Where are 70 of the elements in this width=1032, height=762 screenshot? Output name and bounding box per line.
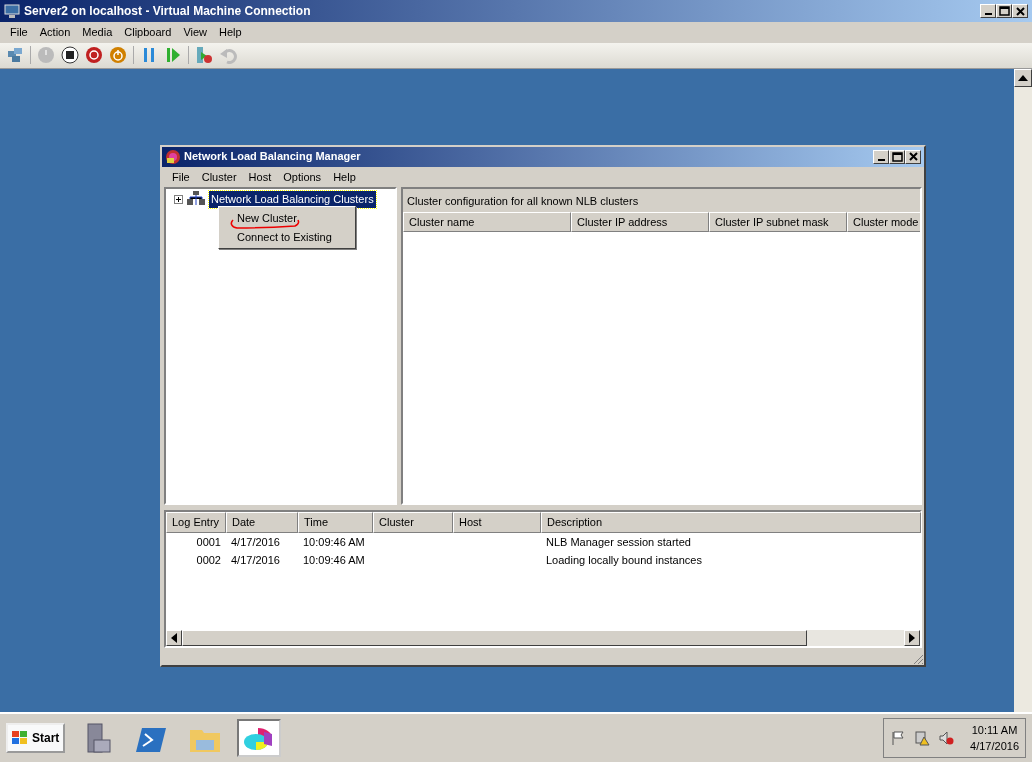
- computer-icon: [4, 3, 20, 19]
- resize-grip-icon[interactable]: [912, 652, 924, 665]
- close-icon: [908, 152, 918, 161]
- play-icon[interactable]: [164, 46, 182, 64]
- column-header[interactable]: Cluster name: [403, 211, 572, 232]
- start-button[interactable]: Start: [6, 723, 66, 753]
- power-icon[interactable]: [85, 46, 103, 64]
- tree-item[interactable]: Network Load Balancing Clusters: [209, 191, 376, 208]
- close-button[interactable]: [905, 149, 921, 164]
- menu-item[interactable]: Host: [242, 167, 278, 186]
- column-header[interactable]: Cluster IP address: [571, 211, 710, 232]
- column-header[interactable]: Cluster IP subnet mask: [709, 211, 848, 232]
- close-button[interactable]: [1012, 4, 1028, 18]
- app-icon: [165, 148, 181, 165]
- menu-item[interactable]: Help: [327, 167, 362, 186]
- maximize-icon: [891, 151, 903, 162]
- table-cell-text: 0002: [195, 553, 222, 568]
- stop-icon[interactable]: [61, 46, 79, 64]
- power-icon[interactable]: [109, 46, 127, 64]
- speaker-muted-icon[interactable]: [938, 730, 955, 746]
- column-header[interactable]: Time: [298, 512, 373, 533]
- table-cell-text: Loading locally bound instances: [545, 553, 703, 568]
- table-cell-text: 4/17/2016: [230, 553, 281, 568]
- menu-item[interactable]: Action: [33, 23, 77, 42]
- menu-item[interactable]: Connect to Existing: [221, 227, 353, 246]
- minimize-icon: [984, 13, 992, 15]
- network-warning-icon[interactable]: [914, 730, 931, 746]
- minimize-icon: [877, 158, 885, 161]
- table-cell-text: 10:09:46 AM: [302, 553, 366, 568]
- cluster-icon: [187, 191, 205, 208]
- column-header[interactable]: Host: [453, 512, 541, 533]
- menu-item[interactable]: New Cluster: [221, 209, 313, 228]
- column-header[interactable]: Log Entry: [166, 512, 226, 533]
- left-arrow-icon: [171, 633, 177, 643]
- menu-item[interactable]: Media: [76, 23, 119, 42]
- clock-time[interactable]: 10:11 AM: [970, 721, 1019, 738]
- table-cell-text: 4/17/2016: [230, 534, 281, 550]
- column-header[interactable]: Cluster: [373, 512, 453, 533]
- minimize-button[interactable]: [980, 4, 996, 18]
- menu-item[interactable]: Clipboard: [118, 23, 178, 42]
- panel-heading: Cluster configuration for all known NLB clusters: [403, 189, 920, 212]
- column-header[interactable]: Description: [541, 512, 921, 533]
- close-icon: [1015, 6, 1025, 16]
- menu-item[interactable]: Help: [213, 23, 248, 42]
- up-arrow-icon: [1018, 74, 1028, 81]
- maximize-button[interactable]: [889, 149, 905, 164]
- scrollbar[interactable]: [1014, 68, 1032, 712]
- table-cell-text: 10:09:46 AM: [302, 534, 366, 550]
- right-arrow-icon: [909, 633, 915, 643]
- column-header[interactable]: Date: [226, 512, 298, 533]
- table-cell-text: NLB Manager session started: [545, 534, 692, 550]
- clock-date[interactable]: 4/17/2016: [970, 738, 1019, 755]
- expand-icon[interactable]: [174, 194, 183, 204]
- scrollbar[interactable]: [166, 630, 920, 646]
- snapshot-icon[interactable]: [195, 46, 213, 64]
- window-title: Server2 on localhost - Virtual Machine Connection: [24, 3, 311, 20]
- windows-logo-icon: [12, 731, 28, 745]
- table-cell-text: 0001: [195, 534, 222, 550]
- column-header[interactable]: Cluster mode: [847, 211, 920, 232]
- window-title: Network Load Balancing Manager: [184, 149, 361, 165]
- flag-icon[interactable]: [890, 730, 907, 746]
- maximize-button[interactable]: [996, 4, 1012, 18]
- menu-item[interactable]: Options: [277, 167, 328, 186]
- maximize-icon: [998, 6, 1010, 16]
- menu-item[interactable]: Cluster: [195, 167, 243, 186]
- minimize-button[interactable]: [873, 149, 889, 164]
- menu-item[interactable]: File: [166, 167, 196, 186]
- menu-item[interactable]: View: [177, 23, 214, 42]
- menu-item[interactable]: File: [4, 23, 34, 42]
- network-icon[interactable]: [6, 46, 24, 64]
